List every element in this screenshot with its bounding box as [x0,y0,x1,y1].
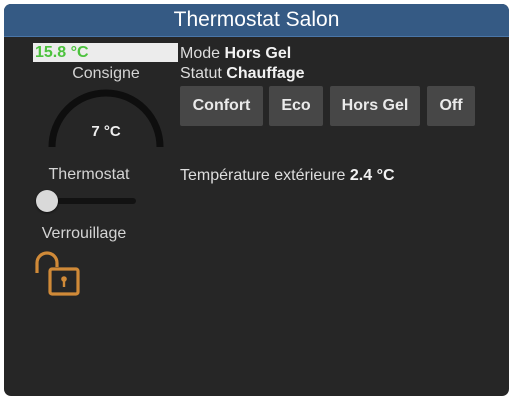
mode-button-confort[interactable]: Confort [180,86,263,126]
thermostat-widget: Thermostat Salon 15.8 °C Consigne 7 °C M… [4,4,509,396]
current-temperature: 15.8 °C [33,43,178,62]
mode-line: Mode Hors Gel [180,44,291,63]
thermostat-label: Thermostat [48,166,130,183]
widget-title: Thermostat Salon [4,4,509,37]
outdoor-temperature-line: Température extérieure 2.4 °C [180,166,395,185]
statut-label: Statut [180,65,222,82]
statut-line: Statut Chauffage [180,64,305,83]
setpoint-label: Consigne [72,65,140,82]
mode-label: Mode [180,45,221,62]
thermostat-slider-thumb[interactable] [35,190,58,212]
mode-button-off[interactable]: Off [427,86,475,126]
mode-value: Hors Gel [224,45,292,62]
mode-button-hors-gel[interactable]: Hors Gel [330,86,420,126]
setpoint-value: 7 °C [91,123,121,140]
lock-label: Verrouillage [41,225,127,242]
mode-button-eco[interactable]: Eco [269,86,323,126]
outdoor-temperature-value: 2.4 °C [349,167,395,184]
outdoor-temperature-label: Température extérieure [180,167,346,184]
lock-open-icon[interactable] [34,251,82,297]
statut-value: Chauffage [226,65,305,82]
